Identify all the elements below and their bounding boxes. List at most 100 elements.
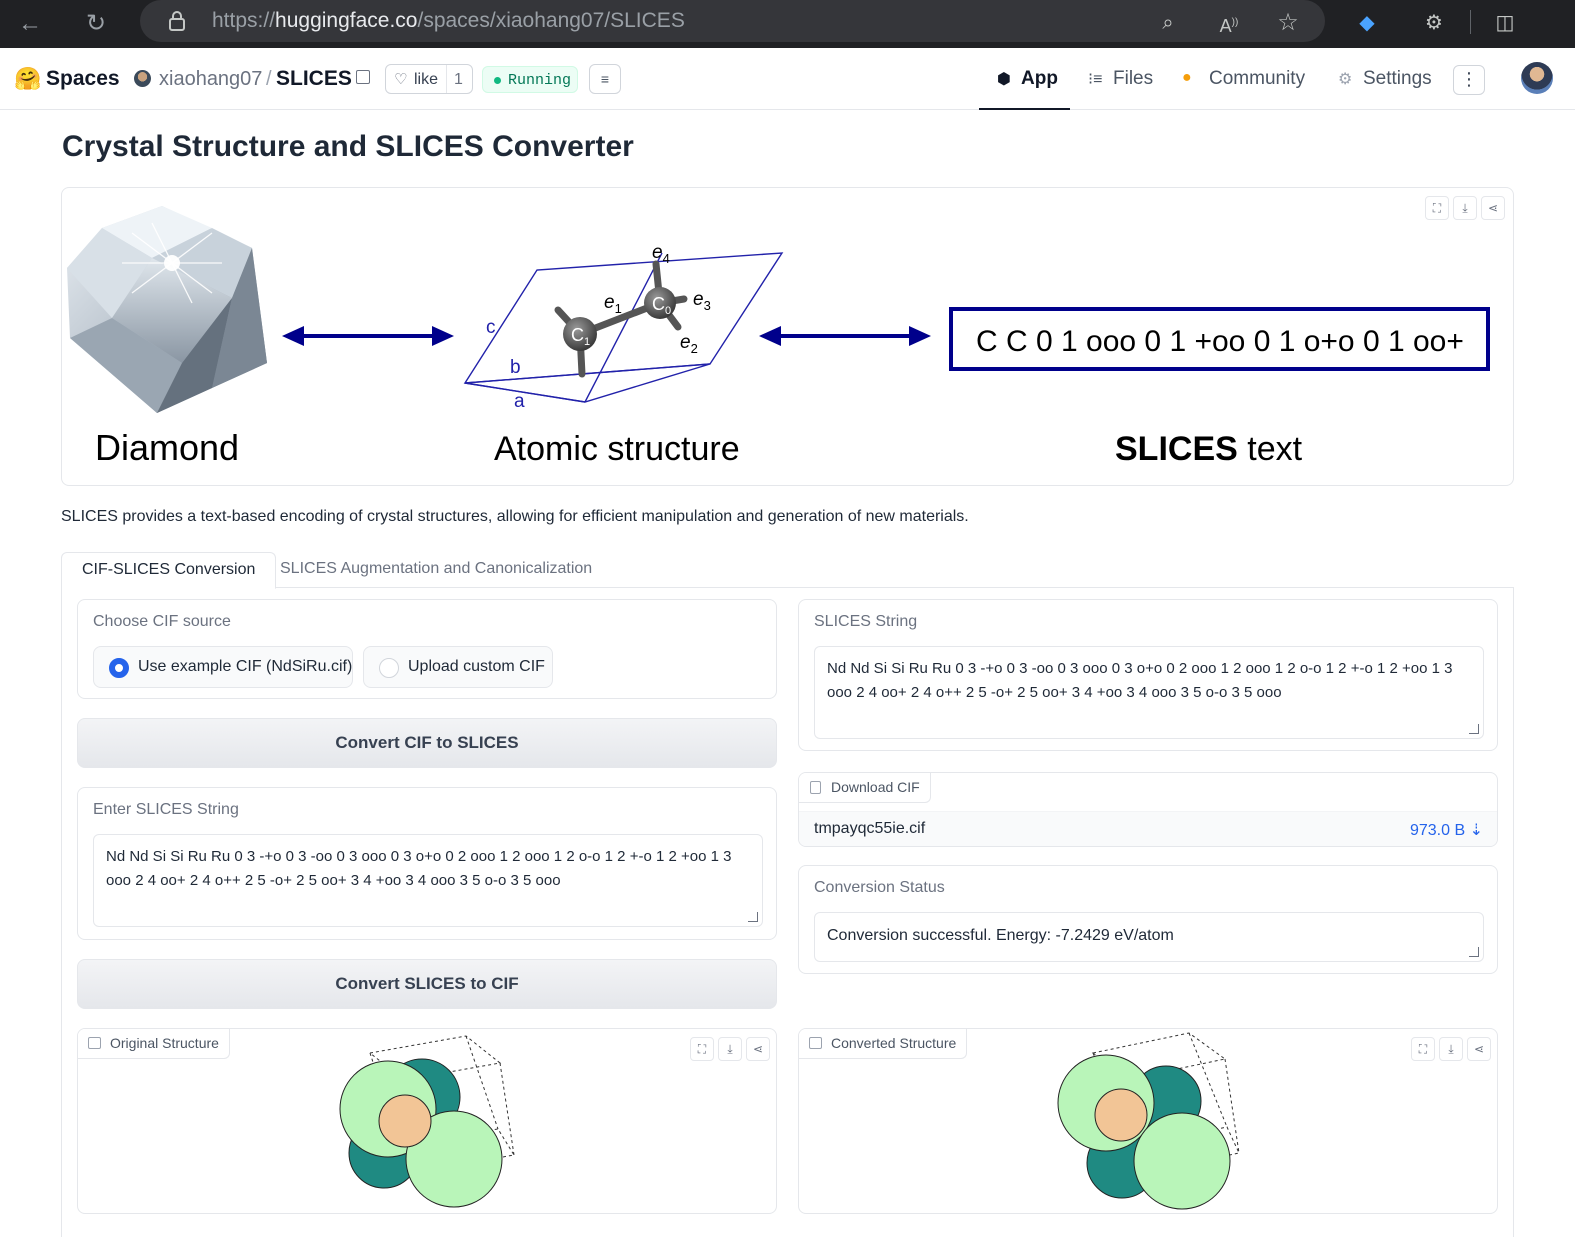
hero-label-slices: SLICES text	[1115, 430, 1303, 468]
conversion-status-value: Conversion successful. Energy: -7.2429 e…	[827, 927, 1174, 944]
original-structure-label-text: Original Structure	[110, 1035, 219, 1051]
read-aloud-icon[interactable]: A))	[1214, 8, 1244, 38]
download-icon[interactable]: ⤓	[718, 1037, 742, 1061]
hugging-face-logo[interactable]: 🤗	[14, 66, 41, 92]
browser-toolbar: ← ↻ https://huggingface.co/spaces/xiaoha…	[0, 0, 1575, 48]
extensions-icon[interactable]: ⚙	[1419, 8, 1449, 38]
cif-download-link[interactable]: 973.0 B ⇣	[1410, 820, 1483, 840]
file-icon	[810, 781, 821, 794]
path-separator: /	[266, 68, 272, 90]
original-structure-actions: ⛶ ⤓ ⋖	[690, 1037, 770, 1061]
share-icon[interactable]: ⋖	[746, 1037, 770, 1061]
resize-handle-icon[interactable]	[748, 912, 758, 922]
description-text: SLICES provides a text-based encoding of…	[61, 508, 969, 525]
slices-output-label: SLICES String	[814, 613, 918, 630]
enter-slices-block: Enter SLICES String Nd Nd Si Si Ru Ru 0 …	[77, 787, 777, 940]
tab-app-label: App	[1021, 68, 1058, 89]
back-icon[interactable]: ←	[12, 6, 48, 42]
gem-extension-icon[interactable]: ◆	[1352, 8, 1382, 38]
download-icon[interactable]: ⤓	[1439, 1037, 1463, 1061]
copy-icon[interactable]	[356, 70, 370, 84]
space-header: 🤗 Spaces xiaohang07 / SLICES ♡ like 1 Ru…	[0, 48, 1575, 110]
slices-output-textarea[interactable]: Nd Nd Si Si Ru Ru 0 3 -+o 0 3 -oo 0 3 oo…	[814, 646, 1484, 739]
cif-source-block: Choose CIF source Use example CIF (NdSiR…	[77, 599, 777, 699]
diamond-icon	[67, 206, 267, 413]
lattice-label-b: b	[510, 357, 521, 378]
favorite-star-icon[interactable]: ☆	[1273, 8, 1303, 38]
converted-structure-plot	[1057, 1032, 1240, 1210]
owner-avatar[interactable]	[134, 70, 151, 87]
user-avatar[interactable]	[1521, 62, 1553, 94]
slices-example-text: C C 0 1 ooo 0 1 +oo 0 1 o+o 0 1 oo+	[976, 325, 1464, 358]
radio-upload-label: Upload custom CIF	[408, 658, 545, 675]
status-dot-icon	[494, 77, 501, 84]
status-badge[interactable]: Running	[482, 66, 578, 93]
tab-cif-slices-conversion[interactable]: CIF-SLICES Conversion	[61, 552, 277, 589]
share-icon[interactable]: ⋖	[1467, 1037, 1491, 1061]
enter-slices-textarea[interactable]: Nd Nd Si Si Ru Ru 0 3 -+o 0 3 -oo 0 3 oo…	[93, 834, 763, 927]
tab-community[interactable]: ● Community	[1176, 48, 1316, 110]
like-label: like	[414, 71, 439, 88]
tab-app[interactable]: ⬢ App	[979, 48, 1070, 110]
convert-cif-to-slices-button[interactable]: Convert CIF to SLICES	[77, 718, 777, 768]
split-screen-icon[interactable]: ◫	[1490, 8, 1520, 38]
hero-image-actions: ⛶ ⤓ ⋖	[1425, 196, 1505, 220]
radio-unchecked-icon	[379, 658, 399, 678]
atomic-structure-diagram: C1 C0 e1 e2 e3 e4 a b c	[463, 242, 784, 412]
download-cif-block: Download CIF tmpayqc55ie.cif 973.0 B ⇣	[798, 772, 1498, 847]
hero-label-atomic: Atomic structure	[494, 430, 740, 468]
tab-files-label: Files	[1113, 68, 1154, 89]
tab-community-label: Community	[1209, 68, 1306, 89]
converted-structure-actions: ⛶ ⤓ ⋖	[1411, 1037, 1491, 1061]
file-row: tmpayqc55ie.cif 973.0 B ⇣	[799, 811, 1497, 846]
edge-label-e2: e2	[680, 332, 698, 356]
conversion-status-label: Conversion Status	[814, 879, 945, 896]
resize-handle-icon[interactable]	[1469, 947, 1479, 957]
like-button[interactable]: ♡ like 1	[385, 64, 473, 94]
resize-handle-icon[interactable]	[1469, 724, 1479, 734]
fullscreen-icon[interactable]: ⛶	[1425, 196, 1449, 220]
radio-checked-icon	[109, 658, 129, 678]
address-bar[interactable]: https://huggingface.co/spaces/xiaohang07…	[140, 0, 1325, 42]
image-icon	[809, 1037, 822, 1049]
converted-structure-label: Converted Structure	[799, 1029, 968, 1059]
community-icon: ●	[1182, 69, 1192, 86]
radio-example-label: Use example CIF (NdSiRu.cif)	[138, 658, 353, 675]
zoom-icon[interactable]: ⌕	[1153, 8, 1183, 38]
tab-slices-augmentation[interactable]: SLICES Augmentation and Canonicalization	[260, 552, 612, 588]
like-divider	[446, 65, 447, 93]
share-icon[interactable]: ⋖	[1481, 196, 1505, 220]
image-icon	[88, 1037, 101, 1049]
download-icon[interactable]: ⤓	[1453, 196, 1477, 220]
hero-image: Diamond C1 C0 e1 e2 e3 e4 a b c Atomic s…	[61, 187, 1514, 486]
gear-icon: ⚙	[1338, 71, 1353, 88]
slices-overview-illustration: Diamond C1 C0 e1 e2 e3 e4 a b c Atomic s…	[67, 206, 1490, 468]
url-text: https://huggingface.co/spaces/xiaohang07…	[212, 9, 685, 32]
conversion-status-textbox[interactable]: Conversion successful. Energy: -7.2429 e…	[814, 912, 1484, 962]
files-icon: ⁝≡	[1088, 71, 1103, 88]
status-label: Running	[508, 72, 572, 89]
tab-settings[interactable]: ⚙ Settings	[1332, 48, 1442, 110]
convert-slices-to-cif-button[interactable]: Convert SLICES to CIF	[77, 959, 777, 1009]
double-arrow-icon	[282, 326, 454, 346]
lock-icon	[169, 11, 185, 31]
reload-icon[interactable]: ↻	[78, 6, 114, 42]
fullscreen-icon[interactable]: ⛶	[690, 1037, 714, 1061]
edge-label-e4: e4	[652, 242, 670, 266]
tab-files[interactable]: ⁝≡ Files	[1080, 48, 1160, 110]
space-name-link[interactable]: SLICES	[276, 67, 352, 91]
converted-structure-label-text: Converted Structure	[831, 1035, 957, 1051]
fullscreen-icon[interactable]: ⛶	[1411, 1037, 1435, 1061]
conversion-status-block: Conversion Status Conversion successful.…	[798, 865, 1498, 974]
edge-label-e1: e1	[604, 292, 622, 316]
owner-link[interactable]: xiaohang07	[159, 68, 262, 91]
download-cif-label: Download CIF	[799, 773, 931, 803]
spaces-link[interactable]: Spaces	[46, 67, 120, 91]
logs-button[interactable]: ≡	[589, 64, 621, 94]
lattice-label-c: c	[486, 317, 496, 338]
cube-icon: ⬢	[997, 71, 1011, 88]
radio-example-cif[interactable]: Use example CIF (NdSiRu.cif)	[93, 646, 353, 688]
more-options-button[interactable]: ⋮	[1453, 65, 1485, 95]
radio-upload-cif[interactable]: Upload custom CIF	[363, 646, 553, 688]
tab-settings-label: Settings	[1363, 68, 1432, 89]
